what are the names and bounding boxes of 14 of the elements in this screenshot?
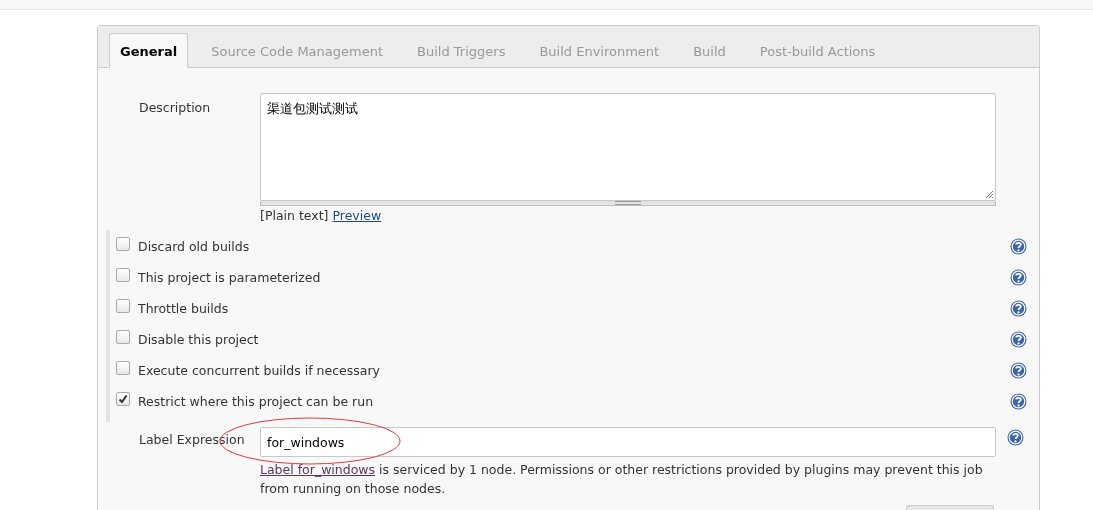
option-label: Throttle builds [138, 301, 229, 316]
option-label: Disable this project [138, 332, 259, 347]
preview-link[interactable]: Preview [332, 208, 382, 223]
field-label: Description [138, 99, 212, 115]
option-label: Discard old builds [138, 239, 250, 254]
label-link[interactable]: Label for_windows [260, 462, 376, 477]
description-field[interactable]: 渠道包测试测试 [260, 93, 996, 201]
label-expression-field[interactable]: for_windows [260, 427, 996, 457]
tab[interactable]: General [109, 33, 189, 68]
label-note: Label for_windows is serviced by 1 node. Permissions or other restrictions provided by plugins may prevent this job from running on those nodes. [260, 461, 984, 498]
format-note: [Plain text] [260, 208, 329, 223]
option-label: This project is parameterized [138, 270, 321, 285]
option-label: Restrict where this project can be run [138, 394, 374, 409]
option-label: Execute concurrent builds if necessary [138, 363, 380, 378]
